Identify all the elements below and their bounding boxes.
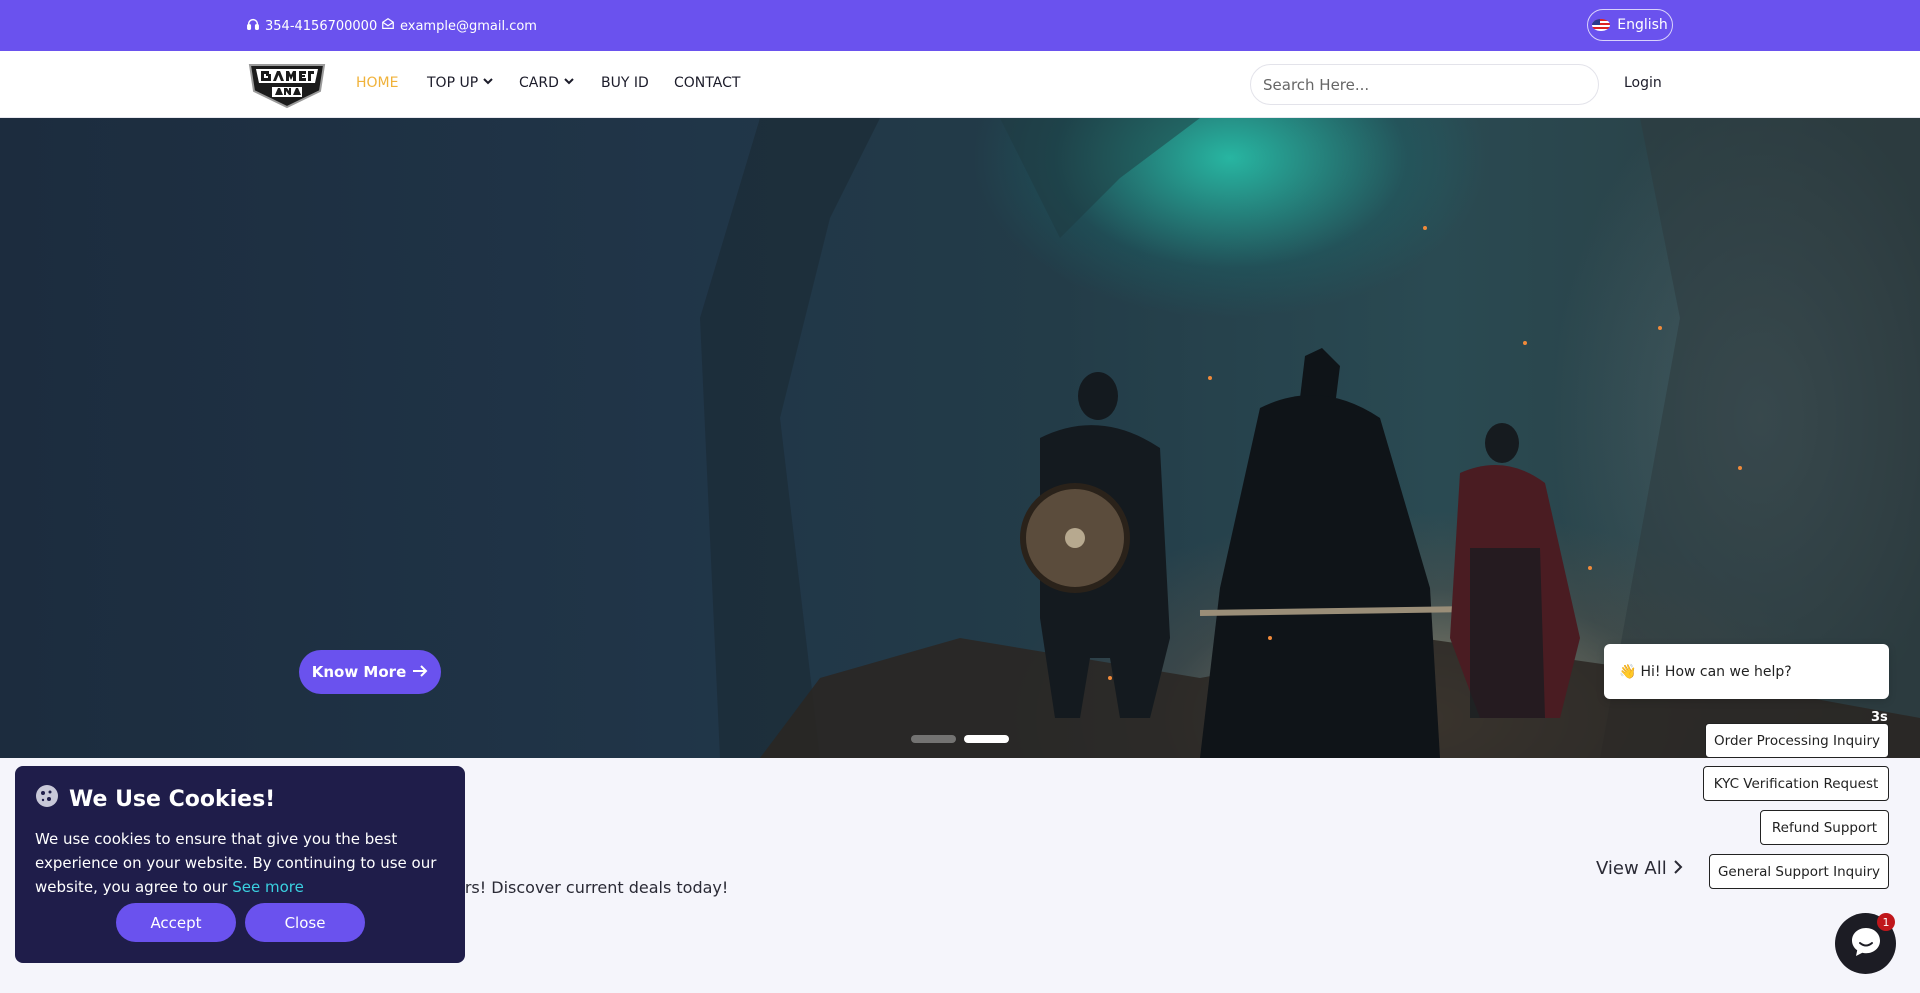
phone-contact[interactable]: 354-4156700000	[246, 17, 377, 35]
slider-dot-2[interactable]	[964, 735, 1009, 743]
nav-top-up-label: TOP UP	[427, 75, 479, 91]
nav-card-label: CARD	[519, 75, 559, 91]
chat-option-order[interactable]: Order Processing Inquiry	[1705, 723, 1889, 758]
login-link[interactable]: Login	[1624, 75, 1662, 91]
nav-card[interactable]: CARD	[519, 75, 575, 91]
main-navbar: HOME TOP UP CARD BUY ID CONTACT Login	[0, 51, 1920, 118]
waving-hand-icon: 👋	[1619, 663, 1637, 680]
chat-option-general[interactable]: General Support Inquiry	[1709, 854, 1889, 889]
search-input[interactable]	[1250, 64, 1599, 105]
nav-buy-id-label: BUY ID	[601, 75, 649, 91]
arrow-right-icon	[412, 663, 428, 681]
nav-contact-label: CONTACT	[674, 75, 741, 91]
see-more-link[interactable]: See more	[232, 878, 304, 896]
nav-top-up[interactable]: TOP UP	[427, 75, 494, 91]
cookie-icon	[35, 784, 59, 814]
slider-dots	[911, 735, 1009, 743]
envelope-icon	[381, 17, 395, 35]
section-subtitle: ers! Discover current deals today!	[455, 878, 729, 897]
slider-dot-1[interactable]	[911, 735, 956, 743]
nav-contact[interactable]: CONTACT	[674, 75, 740, 91]
cookie-banner: We Use Cookies! We use cookies to ensure…	[15, 766, 465, 963]
chat-greeting-text: Hi! How can we help?	[1640, 663, 1792, 680]
nav-buy-id[interactable]: BUY ID	[601, 75, 649, 91]
language-label: English	[1617, 17, 1668, 33]
know-more-label: Know More	[311, 663, 407, 681]
us-flag-icon	[1592, 19, 1611, 31]
cookie-title: We Use Cookies!	[35, 784, 445, 814]
gamers-arena-logo[interactable]	[246, 61, 328, 109]
chat-greeting[interactable]: 👋 Hi! How can we help?	[1604, 644, 1889, 699]
cookie-buttons: Accept Close	[116, 903, 365, 942]
chat-option-kyc[interactable]: KYC Verification Request	[1703, 766, 1889, 801]
close-button[interactable]: Close	[245, 903, 365, 942]
top-bar: 354-4156700000 example@gmail.com English	[0, 0, 1920, 51]
nav-home-label: HOME	[356, 75, 399, 91]
view-all-label: View All	[1596, 858, 1667, 879]
chat-bubble-icon	[1849, 925, 1883, 963]
nav-home[interactable]: HOME	[356, 75, 398, 91]
chevron-right-icon	[1673, 858, 1683, 879]
phone-number: 354-4156700000	[265, 18, 378, 34]
chat-option-refund[interactable]: Refund Support	[1760, 810, 1889, 845]
notification-badge: 1	[1877, 913, 1895, 931]
headset-icon	[246, 17, 260, 35]
chevron-down-icon	[482, 75, 494, 91]
chevron-down-icon	[563, 75, 575, 91]
accept-button[interactable]: Accept	[116, 903, 236, 942]
email-contact[interactable]: example@gmail.com	[381, 17, 537, 35]
know-more-button[interactable]: Know More	[299, 650, 441, 694]
view-all-link[interactable]: View All	[1596, 858, 1683, 879]
cookie-text: We use cookies to ensure that give you t…	[35, 827, 445, 899]
email-address: example@gmail.com	[400, 18, 537, 34]
cookie-title-text: We Use Cookies!	[69, 786, 276, 812]
language-selector[interactable]: English	[1587, 9, 1673, 41]
